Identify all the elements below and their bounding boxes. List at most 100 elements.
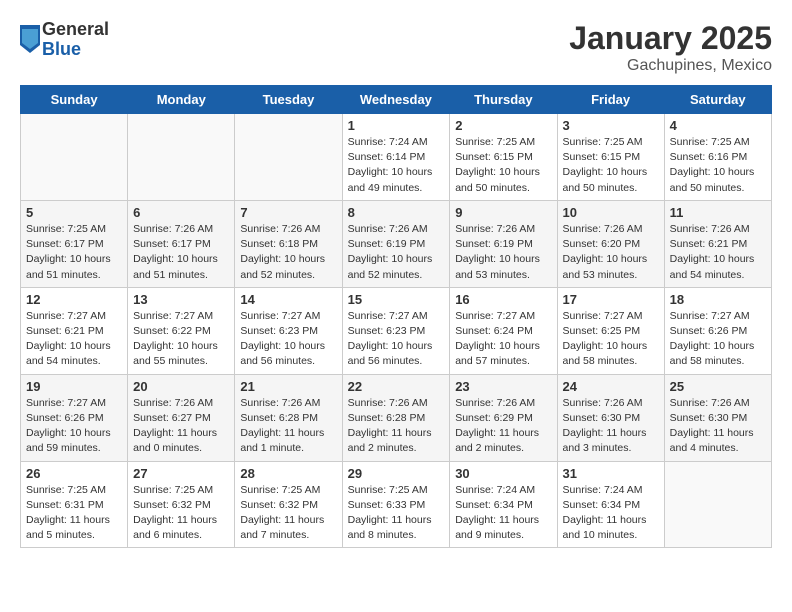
- day-number: 19: [26, 379, 122, 394]
- weekday-header-tuesday: Tuesday: [235, 86, 342, 114]
- calendar-cell: 24 Sunrise: 7:26 AMSunset: 6:30 PMDayligh…: [557, 374, 664, 461]
- calendar-cell: 5Sunrise: 7:25 AMSunset: 6:17 PMDaylight…: [21, 200, 128, 287]
- day-number: 7: [240, 205, 336, 220]
- calendar-cell: 9 Sunrise: 7:26 AMSunset: 6:19 PMDaylight…: [450, 200, 557, 287]
- calendar-cell: 28 Sunrise: 7:25 AMSunset: 6:32 PMDayligh…: [235, 461, 342, 548]
- day-number: 1: [348, 118, 445, 133]
- day-number: 31: [563, 466, 659, 481]
- weekday-header-monday: Monday: [128, 86, 235, 114]
- day-info: Sunrise: 7:27 AMSunset: 6:23 PMDaylight:…: [240, 309, 336, 370]
- day-info: Sunrise: 7:25 AMSunset: 6:32 PMDaylight:…: [133, 483, 229, 544]
- weekday-header-wednesday: Wednesday: [342, 86, 450, 114]
- calendar-cell: 27 Sunrise: 7:25 AMSunset: 6:32 PMDayligh…: [128, 461, 235, 548]
- day-number: 28: [240, 466, 336, 481]
- calendar-cell: 2Sunrise: 7:25 AMSunset: 6:15 PMDaylight…: [450, 114, 557, 201]
- day-number: 20: [133, 379, 229, 394]
- location-subtitle: Gachupines, Mexico: [569, 57, 772, 75]
- month-title: January 2025: [569, 20, 772, 57]
- day-info: Sunrise: 7:26 AMSunset: 6:28 PMDaylight:…: [240, 396, 336, 457]
- calendar-week-3: 12 Sunrise: 7:27 AMSunset: 6:21 PMDayligh…: [21, 287, 772, 374]
- day-info: Sunrise: 7:27 AMSunset: 6:25 PMDaylight:…: [563, 309, 659, 370]
- day-number: 14: [240, 292, 336, 307]
- day-number: 11: [670, 205, 766, 220]
- day-number: 17: [563, 292, 659, 307]
- day-info: Sunrise: 7:25 AMSunset: 6:33 PMDaylight:…: [348, 483, 445, 544]
- day-number: 26: [26, 466, 122, 481]
- calendar-cell: 21Sunrise: 7:26 AMSunset: 6:28 PMDayligh…: [235, 374, 342, 461]
- day-info: Sunrise: 7:26 AMSunset: 6:19 PMDaylight:…: [348, 222, 445, 283]
- page-header: General Blue January 2025 Gachupines, Me…: [20, 20, 772, 75]
- day-info: Sunrise: 7:24 AMSunset: 6:34 PMDaylight:…: [563, 483, 659, 544]
- weekday-header-thursday: Thursday: [450, 86, 557, 114]
- day-info: Sunrise: 7:27 AMSunset: 6:26 PMDaylight:…: [26, 396, 122, 457]
- weekday-header-friday: Friday: [557, 86, 664, 114]
- day-info: Sunrise: 7:27 AMSunset: 6:26 PMDaylight:…: [670, 309, 766, 370]
- day-info: Sunrise: 7:27 AMSunset: 6:23 PMDaylight:…: [348, 309, 445, 370]
- day-info: Sunrise: 7:27 AMSunset: 6:21 PMDaylight:…: [26, 309, 122, 370]
- day-info: Sunrise: 7:26 AMSunset: 6:20 PMDaylight:…: [563, 222, 659, 283]
- calendar-cell: 8Sunrise: 7:26 AMSunset: 6:19 PMDaylight…: [342, 200, 450, 287]
- calendar-cell: 18 Sunrise: 7:27 AMSunset: 6:26 PMDayligh…: [664, 287, 771, 374]
- calendar-cell: 15 Sunrise: 7:27 AMSunset: 6:23 PMDayligh…: [342, 287, 450, 374]
- day-number: 4: [670, 118, 766, 133]
- logo-icon: [20, 25, 40, 53]
- day-number: 25: [670, 379, 766, 394]
- calendar-cell: [128, 114, 235, 201]
- calendar-cell: [21, 114, 128, 201]
- day-number: 27: [133, 466, 229, 481]
- calendar-week-1: 1 Sunrise: 7:24 AMSunset: 6:14 PMDaylight…: [21, 114, 772, 201]
- calendar-cell: 13 Sunrise: 7:27 AMSunset: 6:22 PMDayligh…: [128, 287, 235, 374]
- logo-text: General Blue: [42, 20, 109, 60]
- calendar-cell: 20 Sunrise: 7:26 AMSunset: 6:27 PMDayligh…: [128, 374, 235, 461]
- day-number: 10: [563, 205, 659, 220]
- calendar-cell: [235, 114, 342, 201]
- calendar-cell: 3 Sunrise: 7:25 AMSunset: 6:15 PMDaylight…: [557, 114, 664, 201]
- calendar-table: SundayMondayTuesdayWednesdayThursdayFrid…: [20, 85, 772, 548]
- weekday-header-saturday: Saturday: [664, 86, 771, 114]
- calendar-cell: 6 Sunrise: 7:26 AMSunset: 6:17 PMDaylight…: [128, 200, 235, 287]
- day-number: 16: [455, 292, 551, 307]
- logo: General Blue: [20, 20, 109, 60]
- day-info: Sunrise: 7:26 AMSunset: 6:29 PMDaylight:…: [455, 396, 551, 457]
- day-info: Sunrise: 7:25 AMSunset: 6:16 PMDaylight:…: [670, 135, 766, 196]
- calendar-week-2: 5Sunrise: 7:25 AMSunset: 6:17 PMDaylight…: [21, 200, 772, 287]
- day-info: Sunrise: 7:27 AMSunset: 6:24 PMDaylight:…: [455, 309, 551, 370]
- calendar-cell: 1 Sunrise: 7:24 AMSunset: 6:14 PMDaylight…: [342, 114, 450, 201]
- day-info: Sunrise: 7:26 AMSunset: 6:19 PMDaylight:…: [455, 222, 551, 283]
- calendar-cell: 17 Sunrise: 7:27 AMSunset: 6:25 PMDayligh…: [557, 287, 664, 374]
- day-number: 13: [133, 292, 229, 307]
- calendar-cell: 7 Sunrise: 7:26 AMSunset: 6:18 PMDaylight…: [235, 200, 342, 287]
- day-info: Sunrise: 7:26 AMSunset: 6:18 PMDaylight:…: [240, 222, 336, 283]
- calendar-cell: 4 Sunrise: 7:25 AMSunset: 6:16 PMDaylight…: [664, 114, 771, 201]
- day-info: Sunrise: 7:27 AMSunset: 6:22 PMDaylight:…: [133, 309, 229, 370]
- day-number: 5: [26, 205, 122, 220]
- day-info: Sunrise: 7:26 AMSunset: 6:17 PMDaylight:…: [133, 222, 229, 283]
- calendar-week-4: 19 Sunrise: 7:27 AMSunset: 6:26 PMDayligh…: [21, 374, 772, 461]
- calendar-cell: 31 Sunrise: 7:24 AMSunset: 6:34 PMDayligh…: [557, 461, 664, 548]
- calendar-cell: 19 Sunrise: 7:27 AMSunset: 6:26 PMDayligh…: [21, 374, 128, 461]
- calendar-cell: 22Sunrise: 7:26 AMSunset: 6:28 PMDayligh…: [342, 374, 450, 461]
- weekday-header-sunday: Sunday: [21, 86, 128, 114]
- day-number: 15: [348, 292, 445, 307]
- day-info: Sunrise: 7:25 AMSunset: 6:15 PMDaylight:…: [455, 135, 551, 196]
- day-info: Sunrise: 7:26 AMSunset: 6:30 PMDaylight:…: [563, 396, 659, 457]
- day-number: 24: [563, 379, 659, 394]
- day-info: Sunrise: 7:24 AMSunset: 6:14 PMDaylight:…: [348, 135, 445, 196]
- weekday-header-row: SundayMondayTuesdayWednesdayThursdayFrid…: [21, 86, 772, 114]
- day-info: Sunrise: 7:25 AMSunset: 6:32 PMDaylight:…: [240, 483, 336, 544]
- day-number: 23: [455, 379, 551, 394]
- day-number: 9: [455, 205, 551, 220]
- day-number: 18: [670, 292, 766, 307]
- day-number: 3: [563, 118, 659, 133]
- calendar-cell: 26 Sunrise: 7:25 AMSunset: 6:31 PMDayligh…: [21, 461, 128, 548]
- day-number: 6: [133, 205, 229, 220]
- day-info: Sunrise: 7:24 AMSunset: 6:34 PMDaylight:…: [455, 483, 551, 544]
- day-info: Sunrise: 7:26 AMSunset: 6:30 PMDaylight:…: [670, 396, 766, 457]
- logo-general-text: General: [42, 20, 109, 40]
- day-info: Sunrise: 7:25 AMSunset: 6:15 PMDaylight:…: [563, 135, 659, 196]
- day-number: 12: [26, 292, 122, 307]
- day-info: Sunrise: 7:25 AMSunset: 6:31 PMDaylight:…: [26, 483, 122, 544]
- calendar-cell: 14 Sunrise: 7:27 AMSunset: 6:23 PMDayligh…: [235, 287, 342, 374]
- title-block: January 2025 Gachupines, Mexico: [569, 20, 772, 75]
- day-info: Sunrise: 7:26 AMSunset: 6:27 PMDaylight:…: [133, 396, 229, 457]
